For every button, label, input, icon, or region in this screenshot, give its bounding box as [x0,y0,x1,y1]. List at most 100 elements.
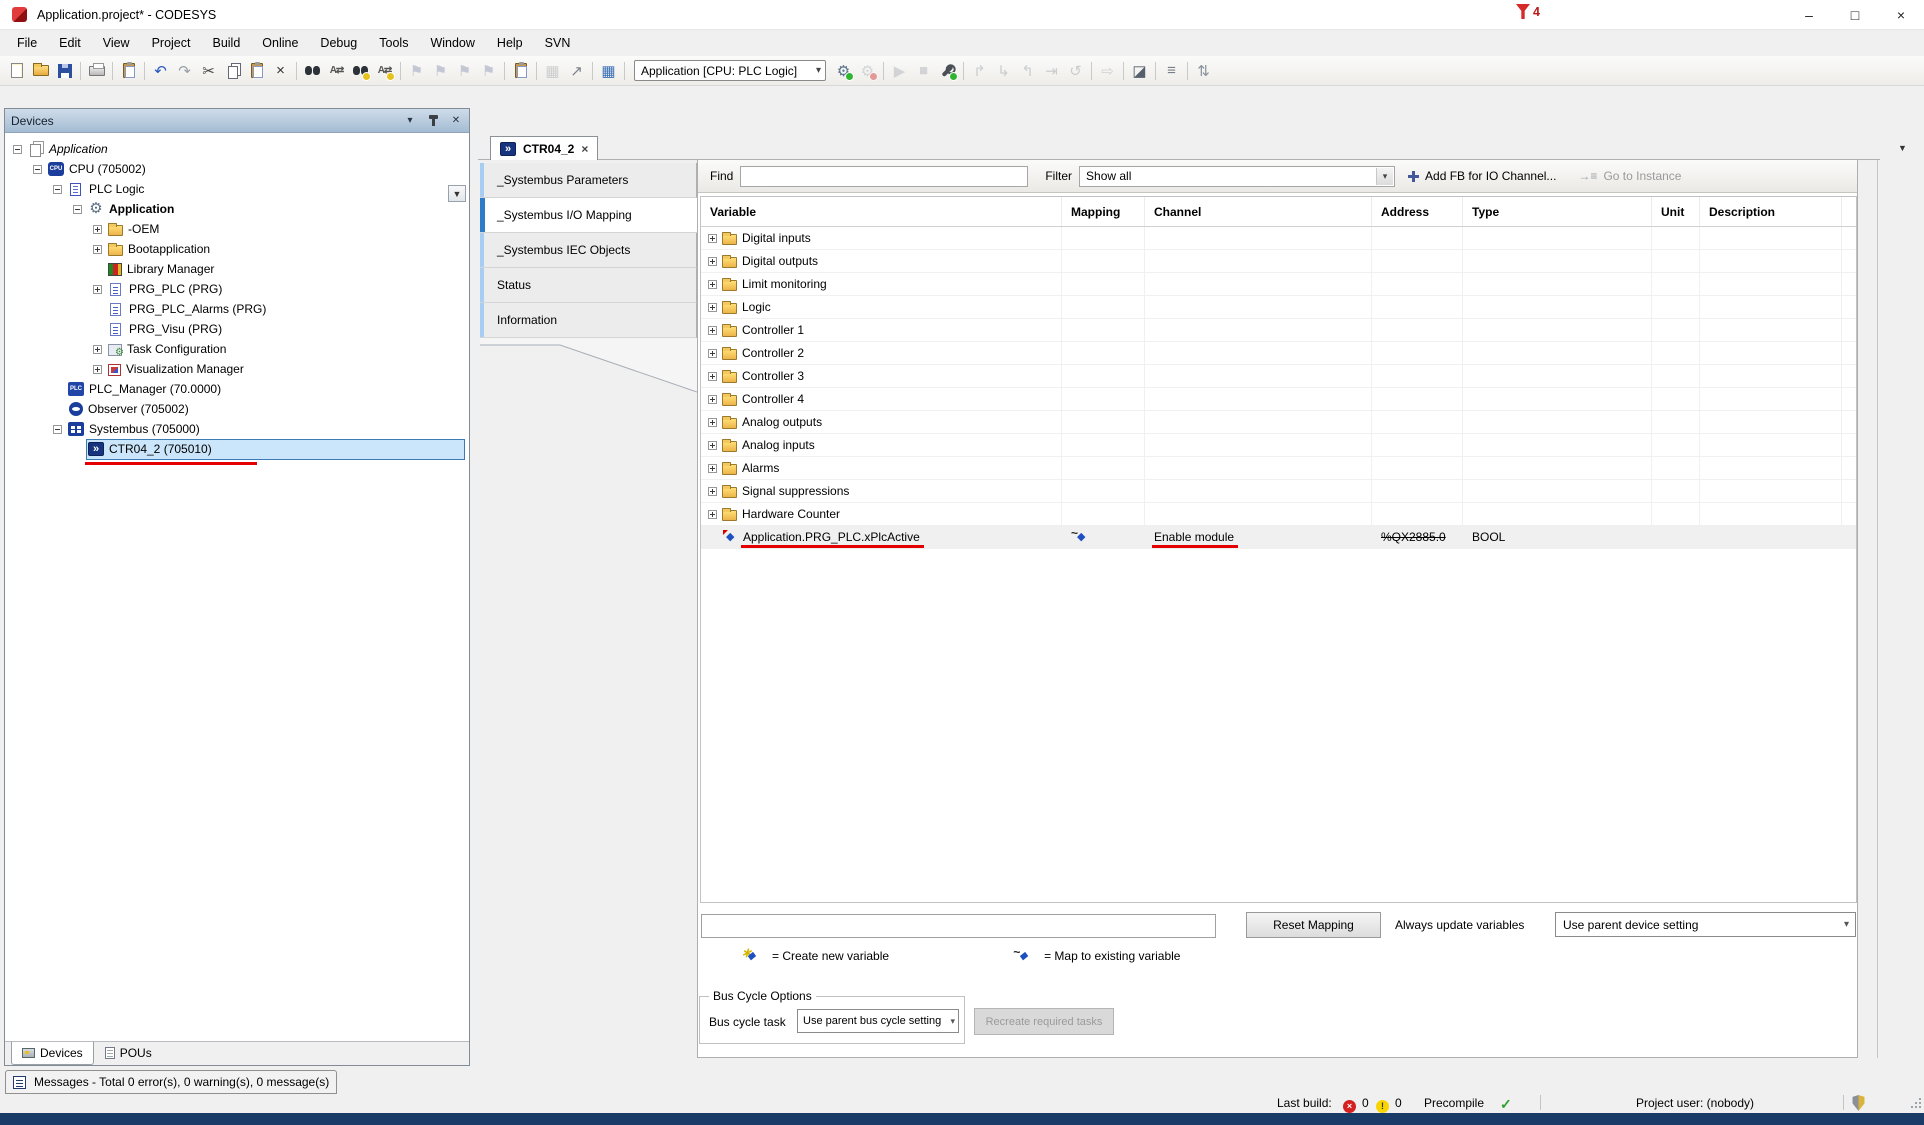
tree-expander[interactable] [708,418,717,427]
tree-item-observer-705002[interactable]: Observer (705002) [5,399,469,419]
tree-expander[interactable] [53,425,62,434]
table-row[interactable]: Alarms [701,457,1856,480]
tree-expander[interactable] [93,345,102,354]
close-button[interactable]: × [1878,0,1924,30]
reset-mapping-button[interactable]: Reset Mapping [1246,912,1381,938]
table-row[interactable]: Controller 1 [701,319,1856,342]
active-application-combo[interactable]: Application [CPU: PLC Logic] [634,60,826,81]
login-icon[interactable] [936,60,959,82]
tab-devices[interactable]: Devices [11,1042,94,1065]
cut-icon[interactable]: ✂ [197,60,220,82]
build-icon[interactable]: ⚙ [832,60,855,82]
print-icon[interactable] [85,60,108,82]
tree-expander[interactable] [53,185,62,194]
menu-item-window[interactable]: Window [419,32,485,54]
tree-item-cpu-705002[interactable]: CPU (705002) [5,159,469,179]
tree-expander[interactable] [708,257,717,266]
page-setup-icon[interactable] [117,60,140,82]
notification-flag[interactable]: 4 [1516,4,1540,19]
find-in-project-icon[interactable] [349,60,372,82]
tree-item-ctr04-2-705010[interactable]: CTR04_2 (705010) [5,439,469,459]
tab-list-dropdown-icon[interactable]: ▼ [1894,140,1911,156]
tree-expander[interactable] [708,349,717,358]
watch-grid-icon[interactable]: ▦ [597,60,620,82]
tree-item-prg-visu-prg[interactable]: PRG_Visu (PRG) [5,319,469,339]
bookmark-prev-icon[interactable]: ⚑ [429,60,452,82]
table-row[interactable]: Analog inputs [701,434,1856,457]
table-row[interactable]: Hardware Counter [701,503,1856,526]
tree-item-task-configuration[interactable]: Task Configuration [5,339,469,359]
replace-in-project-icon[interactable] [373,60,396,82]
save-icon[interactable] [53,60,76,82]
tree-expander[interactable] [93,365,102,374]
set-next-statement-icon[interactable]: ⇨ [1096,60,1119,82]
menu-item-svn[interactable]: SVN [534,32,582,54]
tree-item-application[interactable]: Application [5,199,469,219]
tree-expander[interactable] [708,280,717,289]
tree-expander[interactable] [708,464,717,473]
column-header-type[interactable]: Type [1463,197,1652,226]
table-row[interactable]: Application.PRG_PLC.xPlcActiveEnable mod… [701,526,1856,549]
tree-item-bootapplication[interactable]: Bootapplication [5,239,469,259]
table-row[interactable]: Controller 2 [701,342,1856,365]
resize-grip[interactable] [1910,1097,1921,1108]
menu-item-file[interactable]: File [6,32,48,54]
redo-icon[interactable]: ↷ [173,60,196,82]
tree-item-prg-plc-alarms-prg[interactable]: PRG_PLC_Alarms (PRG) [5,299,469,319]
step-into-icon[interactable]: ↳ [992,60,1015,82]
tree-item-library-manager[interactable]: Library Manager [5,259,469,279]
undo-icon[interactable]: ↶ [149,60,172,82]
column-header-variable[interactable]: Variable [701,197,1062,226]
tree-expander[interactable] [708,372,717,381]
tab-systembus-parameters[interactable]: _Systembus Parameters [480,163,697,198]
column-header-mapping[interactable]: Mapping [1062,197,1145,226]
menu-item-build[interactable]: Build [201,32,251,54]
panel-close-icon[interactable]: ✕ [449,114,463,128]
tree-expander[interactable] [708,303,717,312]
tree-item-plc-manager-70-0000[interactable]: PLC_Manager (70.0000) [5,379,469,399]
tree-expander[interactable] [708,234,717,243]
start-icon[interactable]: ▶ [888,60,911,82]
open-project-icon[interactable] [29,60,52,82]
tree-expander[interactable] [93,225,102,234]
tab-close-icon[interactable]: × [581,142,588,156]
step-out-icon[interactable]: ↰ [1016,60,1039,82]
tree-expander[interactable] [73,205,82,214]
table-row[interactable]: Digital inputs [701,227,1856,250]
pin-icon[interactable] [426,114,440,128]
column-header-description[interactable]: Description [1700,197,1842,226]
find-icon[interactable] [301,60,324,82]
table-row[interactable]: Limit monitoring [701,273,1856,296]
breakpoints-icon[interactable]: ◪ [1128,60,1151,82]
security-shield-icon[interactable] [1852,1095,1865,1111]
tree-expander[interactable] [708,510,717,519]
declarations-icon[interactable]: ▦ [541,60,564,82]
filter-dropdown[interactable]: Show all [1079,166,1395,187]
tab-information[interactable]: Information [480,303,697,338]
table-row[interactable]: Controller 4 [701,388,1856,411]
paste-icon[interactable] [245,60,268,82]
bookmark-next-icon[interactable]: ⚑ [453,60,476,82]
stop-icon[interactable]: ■ [912,60,935,82]
bookmark-clear-icon[interactable]: ⚑ [477,60,500,82]
find-input[interactable] [740,166,1028,187]
tree-expander[interactable] [93,285,102,294]
menu-item-online[interactable]: Online [251,32,309,54]
tree-item-visualization-manager[interactable]: Visualization Manager [5,359,469,379]
recreate-tasks-button[interactable]: Recreate required tasks [974,1008,1114,1035]
sync-icon[interactable]: ⇅ [1192,60,1215,82]
always-update-dropdown[interactable]: Use parent device setting [1555,912,1856,937]
tree-expander[interactable] [708,395,717,404]
tree-expander[interactable] [13,145,22,154]
menu-item-debug[interactable]: Debug [309,32,368,54]
menu-item-edit[interactable]: Edit [48,32,92,54]
force-values-icon[interactable]: ≡ [1160,60,1183,82]
new-project-icon[interactable] [5,60,28,82]
step-over-icon[interactable]: ↱ [968,60,991,82]
tree-item-prg-plc-prg[interactable]: PRG_PLC (PRG) [5,279,469,299]
tree-item-plc-logic[interactable]: PLC Logic [5,179,469,199]
table-row[interactable]: Digital outputs [701,250,1856,273]
tab-systembus-i-o-mapping[interactable]: _Systembus I/O Mapping [480,198,697,233]
goto-instance-button[interactable]: →≡ Go to Instance [1569,163,1690,189]
reset-icon[interactable]: ↺ [1064,60,1087,82]
